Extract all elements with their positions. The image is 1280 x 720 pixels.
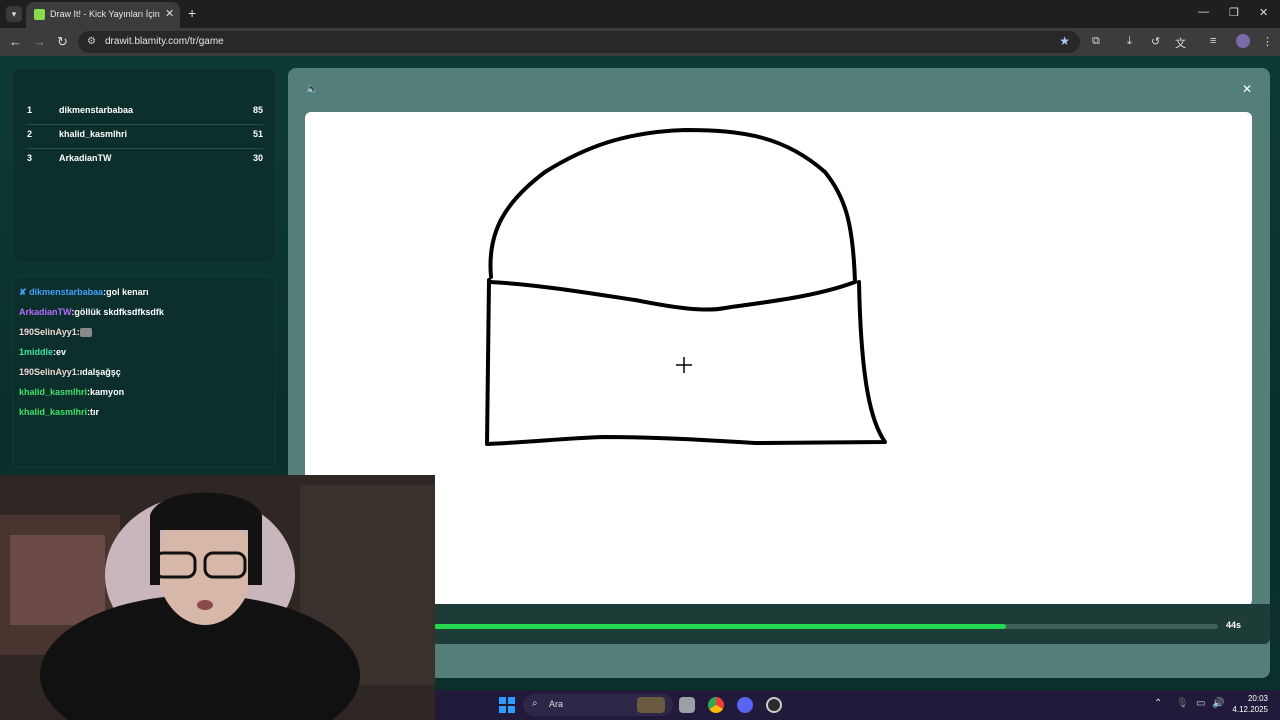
minimize-icon[interactable]: — bbox=[1198, 6, 1209, 18]
leaderboard-rank: 1 bbox=[27, 105, 33, 115]
new-tab-button[interactable]: + bbox=[188, 5, 196, 21]
history-icon[interactable]: ↺ bbox=[1151, 35, 1160, 48]
chat-text: ev bbox=[56, 347, 67, 357]
leaderboard-row: 3 ArkadianTW 30 bbox=[27, 149, 263, 173]
leaderboard-name: dikmenstarbabaa bbox=[59, 105, 134, 115]
chat-text: tır bbox=[90, 407, 100, 417]
drawing-canvas[interactable] bbox=[305, 112, 1252, 606]
tray-chevron-icon[interactable]: ⌃ bbox=[1154, 698, 1162, 709]
chat-message: khalid_kasmlhri:tır bbox=[19, 407, 100, 417]
chat-panel[interactable]: ✘ dikmenstarbabaa:gol kenarı ArkadianTW:… bbox=[12, 276, 276, 468]
chat-username: 190SelinAyy1 bbox=[19, 327, 77, 337]
drawing-body-stroke bbox=[485, 278, 887, 446]
microphone-icon[interactable]: 🎙 bbox=[1176, 698, 1189, 709]
chat-username: dikmenstarbabaa bbox=[29, 287, 104, 297]
chat-text: gol kenarı bbox=[106, 287, 149, 297]
timer-fill bbox=[434, 624, 1007, 629]
profile-avatar[interactable] bbox=[1236, 34, 1250, 48]
search-highlight-icon[interactable] bbox=[637, 697, 665, 713]
leaderboard-row: 2 khalid_kasmlhri 51 bbox=[27, 125, 263, 149]
chat-text: kamyon bbox=[90, 387, 125, 397]
window-close-icon[interactable]: ✕ bbox=[1259, 6, 1268, 19]
leaderboard-row: 1 dikmenstarbabaa 85 bbox=[27, 101, 263, 125]
tab-title: Draw It! - Kick Yayınları İçin Çizi bbox=[50, 9, 160, 19]
speaker-icon[interactable]: 🔈 bbox=[306, 84, 318, 95]
bookmark-star-icon[interactable]: ★ bbox=[1059, 34, 1070, 48]
chat-message: 1middle:ev bbox=[19, 347, 67, 357]
webcam-overlay bbox=[0, 475, 435, 720]
drawing-svg bbox=[485, 128, 887, 446]
tab-search-button[interactable]: ▾ bbox=[6, 6, 22, 22]
chat-emote-icon bbox=[79, 328, 92, 338]
browser-toolbar: ← → ↻ ⚙ drawit.blamity.com/tr/game ★ ⧉ ⤓… bbox=[0, 28, 1280, 56]
chrome-icon[interactable] bbox=[708, 697, 724, 713]
site-favicon-icon bbox=[34, 9, 45, 20]
chat-verified-icon: ✘ bbox=[19, 287, 27, 297]
site-info-icon[interactable]: ⚙ bbox=[87, 36, 96, 47]
reload-button[interactable]: ↻ bbox=[57, 34, 68, 50]
chat-username: 190SelinAyy1 bbox=[19, 367, 77, 377]
leaderboard-score: 30 bbox=[252, 153, 263, 163]
chat-username: ArkadianTW bbox=[19, 307, 72, 317]
browser-tab[interactable]: Draw It! - Kick Yayınları İçin Çizi ✕ bbox=[26, 2, 180, 28]
crosshair-cursor-icon bbox=[676, 357, 692, 373]
chat-username: 1middle bbox=[19, 347, 54, 357]
chat-text: ıdalşağşç bbox=[79, 367, 121, 377]
url-text: drawit.blamity.com/tr/game bbox=[105, 36, 224, 47]
chat-message: 190SelinAyy1: bbox=[19, 327, 92, 338]
chat-message: khalid_kasmlhri:kamyon bbox=[19, 387, 125, 397]
media-icon[interactable]: ≡ bbox=[1210, 35, 1216, 47]
tab-close-icon[interactable]: ✕ bbox=[165, 7, 174, 20]
taskbar-clock[interactable]: 20:03 4.12.2025 bbox=[1232, 693, 1268, 715]
drawing-band-stroke bbox=[487, 280, 857, 312]
clock-date: 4.12.2025 bbox=[1232, 705, 1268, 714]
chat-text: göllük skdfksdfksdfk bbox=[74, 307, 164, 317]
browser-tab-bar: ▾ Draw It! - Kick Yayınları İçin Çizi ✕ … bbox=[0, 0, 1280, 28]
downloads-icon[interactable]: ⤓ bbox=[1127, 35, 1132, 48]
address-bar[interactable]: ⚙ drawit.blamity.com/tr/game ★ bbox=[78, 31, 1080, 53]
chat-message: ✘ dikmenstarbabaa:gol kenarı bbox=[19, 287, 149, 297]
leaderboard-score: 85 bbox=[252, 105, 263, 115]
translate-icon[interactable]: 文 bbox=[1175, 35, 1186, 51]
leaderboard-panel: 1 dikmenstarbabaa 85 2 khalid_kasmlhri 5… bbox=[12, 68, 276, 263]
restore-icon[interactable]: ❐ bbox=[1229, 6, 1239, 19]
game-window: 🔈 ✕ 44s bbox=[288, 68, 1270, 678]
chat-username: khalid_kasmlhri bbox=[19, 407, 88, 417]
file-explorer-icon[interactable] bbox=[679, 697, 695, 713]
extensions-icon[interactable]: ⧉ bbox=[1092, 35, 1100, 48]
windows-start-icon[interactable] bbox=[499, 697, 515, 713]
close-game-icon[interactable]: ✕ bbox=[1242, 82, 1252, 96]
back-button[interactable]: ← bbox=[9, 34, 22, 49]
obs-icon[interactable] bbox=[766, 697, 782, 713]
timer-text: 44s bbox=[1226, 620, 1242, 630]
chat-message: ArkadianTW:göllük skdfksdfksdfk bbox=[19, 307, 164, 317]
leaderboard-rank: 3 bbox=[27, 153, 33, 163]
leaderboard-name: khalid_kasmlhri bbox=[59, 129, 128, 139]
windows-taskbar: ⌕ Ara ⌃ 🎙 ▭ 🔊 20:03 4.12.2025 bbox=[435, 690, 1280, 720]
leaderboard-name: ArkadianTW bbox=[59, 153, 112, 163]
clock-time: 20:03 bbox=[1247, 694, 1268, 703]
chat-username: khalid_kasmlhri bbox=[19, 387, 88, 397]
taskbar-search-label: Ara bbox=[549, 699, 564, 709]
forward-button[interactable]: → bbox=[33, 34, 46, 49]
search-icon: ⌕ bbox=[532, 698, 538, 709]
leaderboard-score: 51 bbox=[252, 129, 263, 139]
leaderboard-rank: 2 bbox=[27, 129, 33, 139]
drawing-dome-stroke bbox=[488, 128, 857, 284]
display-icon[interactable]: ▭ bbox=[1196, 698, 1205, 709]
webcam-video bbox=[0, 475, 435, 720]
volume-icon[interactable]: 🔊 bbox=[1212, 698, 1224, 709]
chat-message: 190SelinAyy1:ıdalşağşç bbox=[19, 367, 121, 377]
timer-bar bbox=[434, 624, 1218, 629]
discord-icon[interactable] bbox=[737, 697, 753, 713]
browser-menu-icon[interactable]: ⋮ bbox=[1262, 35, 1273, 48]
